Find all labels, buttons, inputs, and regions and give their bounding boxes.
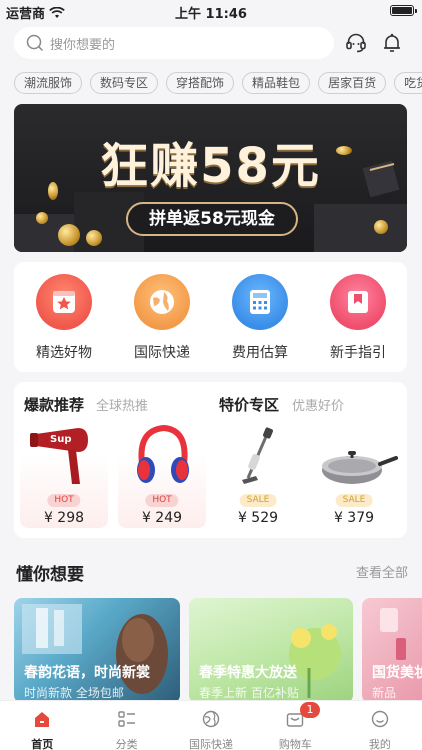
customer-service-icon[interactable] [344,31,368,55]
quick-entry-express[interactable]: 国际快递 [122,274,202,362]
profile-icon [371,710,389,728]
tab-label: 分类 [115,738,138,750]
product-card[interactable]: SALE ¥ 379 [310,422,398,528]
category-chip[interactable]: 穿搭配饰 [166,72,235,94]
coin-decoration [374,220,388,234]
product-card[interactable]: Sup HOT ¥ 298 [20,422,108,528]
hot-section-subtitle: 全球热推 [96,399,149,414]
coin-decoration [36,212,48,224]
globe-icon [134,274,190,330]
quick-entry-guide[interactable]: 新手指引 [318,274,398,362]
category-chip[interactable]: 数码专区 [90,72,159,94]
quick-entry-label: 费用估算 [232,345,288,361]
tile-subtitle: 春季上新 百亿补贴 [199,686,299,700]
hot-section-title[interactable]: 爆款推荐 [24,394,84,415]
tile-subtitle: 新品 [372,686,397,700]
deals-panel: 爆款推荐 全球热推 特价专区 优惠好价 Sup HOT ¥ 298 HOT ¥ … [14,382,407,538]
product-card[interactable]: HOT ¥ 249 [118,422,206,528]
tab-label: 我的 [368,738,391,750]
category-chip[interactable]: 精品鞋包 [242,72,311,94]
product-price: ¥ 249 [141,510,183,526]
bookmark-icon [330,274,386,330]
cart-count-badge: 1 [300,702,320,718]
feature-tile[interactable]: 春季特惠大放送 春季上新 百亿补贴 [189,598,353,703]
search-bar[interactable]: 搜你想要的 [14,27,334,59]
tab-bar: 首页 分类 国际快递 购物车 我的 [0,700,422,750]
quick-entry-featured[interactable]: 精选好物 [24,274,104,362]
calculator-icon [232,274,288,330]
tile-title: 春季特惠大放送 [199,665,297,681]
product-price: ¥ 298 [43,510,85,526]
vacuum-cleaner-image [242,427,273,484]
category-chip[interactable]: 潮流服饰 [14,72,83,94]
search-icon [26,34,44,52]
tab-home[interactable]: 首页 [0,701,84,750]
product-price: ¥ 529 [237,510,279,526]
battery-icon [390,5,417,16]
wok-pan-image [322,451,398,484]
feature-tile[interactable]: 国货美妆 新品 [362,598,422,703]
tile-title: 春韵花语，时尚新裳 [24,665,150,681]
promo-banner[interactable]: 狂赚58元 拼单返58元现金 [14,104,407,252]
tile-title: 国货美妆 [372,665,422,681]
coin-decoration [86,230,102,246]
svg-text:Sup: Sup [50,434,71,445]
quick-entry-panel: 精选好物 国际快递 费用估算 新手指引 [14,262,407,372]
category-chip[interactable]: 吃货乐园 [394,72,422,94]
status-bar: 运营商 上午 11:46 [0,0,422,22]
hot-badge: HOT [145,494,179,507]
hot-badge: HOT [47,494,81,507]
quick-entry-label: 国际快递 [134,345,190,361]
quick-entry-label: 新手指引 [330,345,386,361]
headphones-image [137,424,189,483]
star-icon [36,274,92,330]
home-icon [35,712,50,727]
banner-title: 狂赚58元 [100,138,321,194]
special-section-title[interactable]: 特价专区 [219,394,279,415]
tab-label: 首页 [31,738,54,750]
tile-subtitle: 时尚新款 全场包邮 [24,686,124,700]
hair-dryer-image: Sup [30,428,88,484]
sale-badge: SALE [239,494,277,507]
clock: 上午 11:46 [175,7,247,22]
category-icon [117,711,135,727]
feature-tile[interactable]: 春韵花语，时尚新裳 时尚新款 全场包邮 [14,598,180,703]
see-all-link[interactable]: 查看全部 [356,562,408,581]
tab-label: 国际快递 [189,738,234,750]
search-placeholder: 搜你想要的 [50,37,116,53]
product-card[interactable]: SALE ¥ 529 [214,422,302,528]
special-section-subtitle: 优惠好价 [292,399,345,414]
sale-badge: SALE [335,494,373,507]
guess-section-title: 懂你想要 [16,565,84,585]
tab-label: 购物车 [278,738,312,750]
category-chips: 潮流服饰 数码专区 穿搭配饰 精品鞋包 居家百货 吃货乐园 [14,72,422,96]
category-chip[interactable]: 居家百货 [318,72,387,94]
coin-decoration [58,224,80,246]
quick-entry-label: 精选好物 [36,345,92,361]
product-price: ¥ 379 [333,510,375,526]
tab-express[interactable]: 国际快递 [169,701,253,750]
tab-profile[interactable]: 我的 [338,701,422,750]
tab-cart[interactable]: 购物车 [253,701,337,750]
globe-icon [202,710,220,728]
quick-entry-estimate[interactable]: 费用估算 [220,274,300,362]
bell-icon[interactable] [380,31,404,55]
tab-category[interactable]: 分类 [84,701,168,750]
banner-cta[interactable]: 拼单返58元现金 [126,202,298,236]
